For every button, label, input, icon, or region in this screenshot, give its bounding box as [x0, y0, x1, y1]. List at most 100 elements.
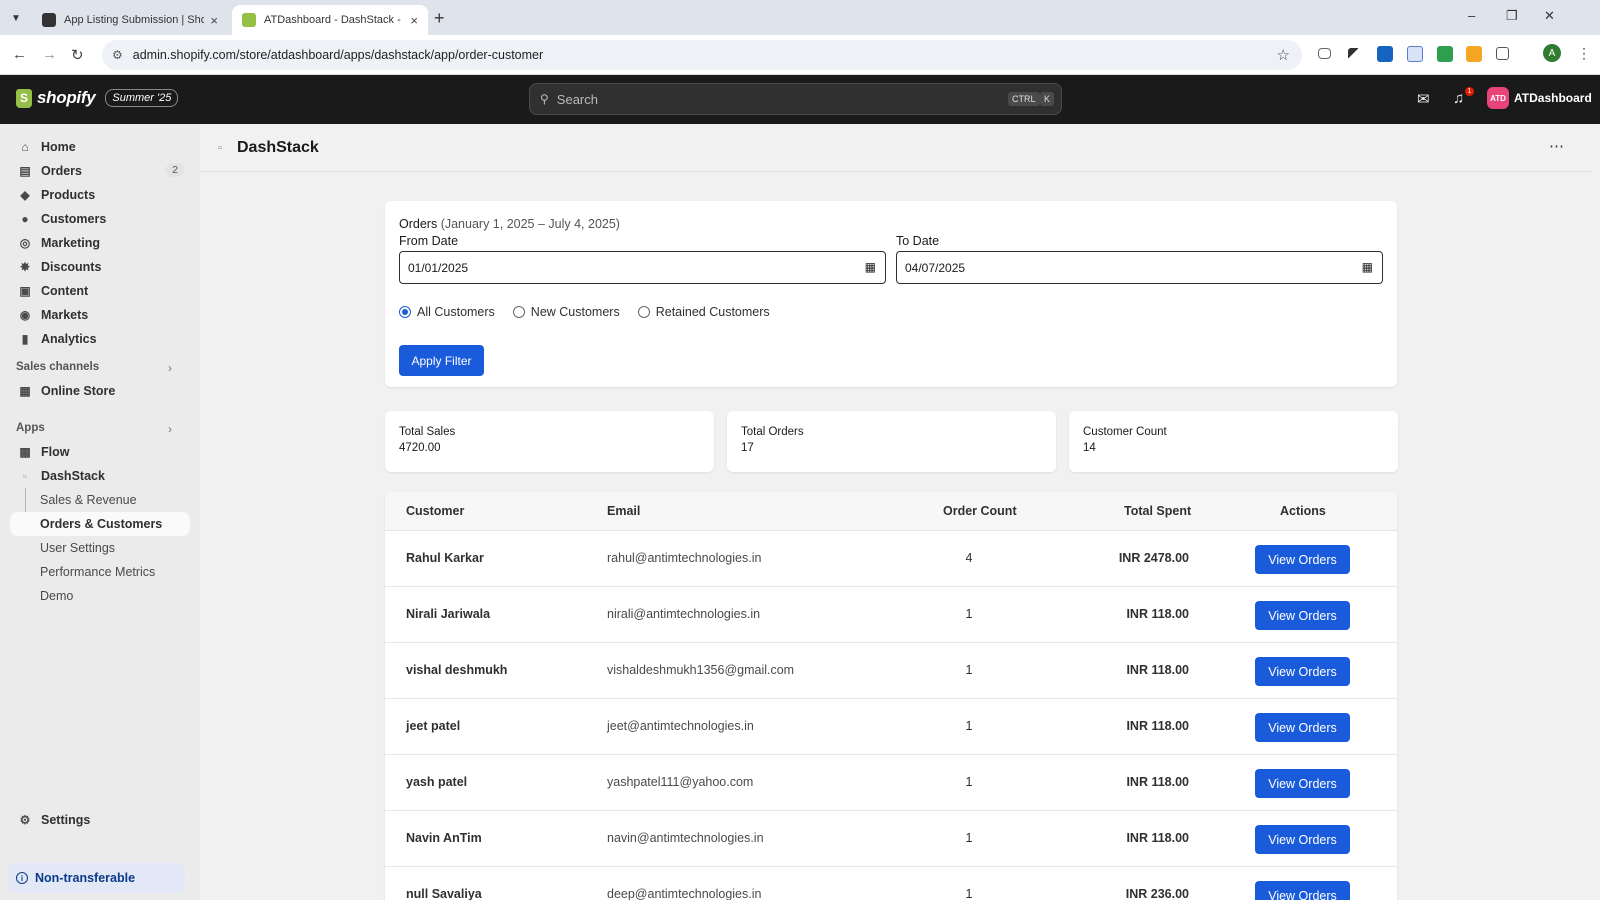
- view-orders-button[interactable]: View Orders: [1255, 601, 1350, 630]
- minimize-icon[interactable]: –: [1468, 8, 1475, 23]
- sidebar-item-orders[interactable]: ▤ Orders 2: [10, 159, 190, 183]
- radio-button[interactable]: [637, 306, 650, 318]
- sidebar-item-dashstack[interactable]: ▫ DashStack: [10, 464, 190, 488]
- extensions-puzzle-icon[interactable]: [1496, 47, 1509, 60]
- bookmark-star-icon[interactable]: ☆: [1277, 46, 1290, 64]
- site-info-icon[interactable]: ⚙: [112, 48, 123, 62]
- profile-avatar[interactable]: A: [1543, 44, 1561, 62]
- tab-title: ATDashboard - DashStack - Shopify: [264, 14, 404, 26]
- column-header-email: Email: [607, 504, 641, 518]
- sidebar-item-marketing[interactable]: ◎ Marketing: [10, 231, 190, 255]
- sidebar-item-label: Discounts: [41, 260, 102, 274]
- non-transferable-banner[interactable]: i Non-transferable: [8, 863, 185, 893]
- radio-label: New Customers: [530, 305, 620, 319]
- sidebar-item-online-store[interactable]: ▦ Online Store: [10, 379, 190, 403]
- close-icon[interactable]: ×: [210, 13, 218, 28]
- customer-email: yashpatel111@yahoo.com: [607, 775, 754, 789]
- to-date-label: To Date: [896, 234, 940, 248]
- dashstack-app-icon: ▫: [22, 469, 28, 483]
- back-icon[interactable]: ←: [12, 46, 27, 63]
- new-tab-icon[interactable]: +: [434, 8, 445, 29]
- window-close-icon[interactable]: ✕: [1544, 8, 1555, 24]
- tab-search-chevron-icon[interactable]: ▼: [6, 8, 26, 28]
- sidebar-subitem-demo[interactable]: Demo: [10, 584, 190, 608]
- edition-badge[interactable]: Summer '25: [105, 89, 179, 107]
- view-orders-button[interactable]: View Orders: [1255, 825, 1350, 854]
- forward-icon[interactable]: →: [42, 46, 57, 63]
- radio-retained-customers[interactable]: Retained Customers: [637, 305, 770, 319]
- screenshot-icon[interactable]: [1318, 48, 1331, 59]
- sidebar-subitem-performance-metrics[interactable]: Performance Metrics: [10, 560, 190, 584]
- view-orders-button[interactable]: View Orders: [1255, 769, 1350, 798]
- globe-icon: ◉: [19, 308, 31, 322]
- browser-menu-icon[interactable]: ⋮: [1577, 45, 1591, 62]
- calendar-icon[interactable]: ▦: [1362, 260, 1373, 274]
- customer-name: vishal deshmukh: [406, 663, 508, 677]
- sidebar-subitem-sales-revenue[interactable]: Sales & Revenue: [10, 488, 190, 512]
- sidebar-item-label: Flow: [41, 445, 70, 459]
- browser-tab[interactable]: App Listing Submission | Shopify ×: [32, 5, 228, 35]
- calendar-icon[interactable]: ▦: [865, 260, 876, 274]
- close-icon[interactable]: ×: [410, 13, 418, 28]
- sidebar-item-products[interactable]: ◆ Products: [10, 183, 190, 207]
- search-input[interactable]: ⚲ Search CTRL K: [529, 83, 1062, 115]
- table-row: jeet patel jeet@antimtechnologies.in 1 I…: [385, 699, 1397, 755]
- browser-tab-active[interactable]: ATDashboard - DashStack - Shopify ×: [232, 5, 428, 35]
- sidebar-subitem-user-settings[interactable]: User Settings: [10, 536, 190, 560]
- shopify-favicon-icon: [42, 13, 56, 27]
- orders-count-badge: 2: [166, 163, 184, 177]
- sidebar-item-settings[interactable]: ⚙ Settings: [10, 808, 190, 832]
- sidebar-item-markets[interactable]: ◉ Markets: [10, 303, 190, 327]
- restore-icon[interactable]: ❐: [1506, 8, 1518, 24]
- sidebar-item-home[interactable]: ⌂ Home: [10, 135, 190, 159]
- table-row: vishal deshmukh vishaldeshmukh1356@gmail…: [385, 643, 1397, 699]
- sidebar-item-label: Sales & Revenue: [40, 493, 137, 507]
- table-row: null Savaliya deep@antimtechnologies.in …: [385, 867, 1397, 900]
- sales-channels-heading[interactable]: Sales channels: [16, 361, 99, 373]
- apps-heading[interactable]: Apps: [16, 422, 45, 434]
- chevron-right-icon[interactable]: ›: [168, 361, 172, 375]
- customer-name: yash patel: [406, 775, 468, 789]
- radio-new-customers[interactable]: New Customers: [512, 305, 620, 319]
- radio-button[interactable]: [512, 306, 525, 318]
- customer-name: null Savaliya: [406, 887, 482, 900]
- radio-all-customers[interactable]: All Customers: [399, 305, 495, 319]
- view-orders-button[interactable]: View Orders: [1255, 545, 1350, 574]
- bell-icon[interactable]: ♫: [1453, 90, 1464, 107]
- sidebar-item-label: Orders: [41, 164, 82, 178]
- view-orders-button[interactable]: View Orders: [1255, 657, 1350, 686]
- reload-icon[interactable]: ↻: [71, 46, 84, 64]
- from-date-input[interactable]: 01/01/2025 ▦: [399, 251, 886, 284]
- apply-filter-button[interactable]: Apply Filter: [399, 345, 484, 376]
- extension-doc-icon[interactable]: [1407, 46, 1423, 62]
- extension-green-icon[interactable]: [1437, 46, 1453, 62]
- url-text[interactable]: admin.shopify.com/store/atdashboard/apps…: [133, 48, 543, 62]
- shopify-logo[interactable]: S shopify Summer '25: [16, 88, 179, 108]
- home-icon: ⌂: [21, 140, 29, 154]
- sidebar-item-discounts[interactable]: ✸ Discounts: [10, 255, 190, 279]
- search-placeholder: Search: [556, 91, 598, 107]
- radio-button[interactable]: [399, 306, 411, 318]
- view-orders-button[interactable]: View Orders: [1255, 713, 1350, 742]
- more-actions-icon[interactable]: ⋯: [1549, 137, 1564, 155]
- stat-card-total-orders: Total Orders 17: [727, 411, 1056, 472]
- store-avatar[interactable]: ATD: [1487, 87, 1509, 109]
- sidebar-item-customers[interactable]: ● Customers: [10, 207, 190, 231]
- filter-card: Orders (January 1, 2025 – July 4, 2025) …: [385, 201, 1397, 387]
- inbox-icon[interactable]: ✉: [1417, 90, 1430, 108]
- filter-date-range: (January 1, 2025 – July 4, 2025): [440, 217, 620, 231]
- extension-orange-icon[interactable]: [1466, 46, 1482, 62]
- sidebar-item-analytics[interactable]: ▮ Analytics: [10, 327, 190, 351]
- url-bar[interactable]: ⚙ admin.shopify.com/store/atdashboard/ap…: [102, 40, 1302, 70]
- to-date-input[interactable]: 04/07/2025 ▦: [896, 251, 1383, 284]
- sidebar-subitem-orders-customers[interactable]: Orders & Customers: [10, 512, 190, 536]
- pen-extension-icon[interactable]: [1348, 48, 1360, 60]
- sidebar-item-flow[interactable]: ▩ Flow: [10, 440, 190, 464]
- sidebar-item-label: User Settings: [40, 541, 116, 555]
- extension-blue-icon[interactable]: [1377, 46, 1393, 62]
- store-name[interactable]: ATDashboard: [1514, 91, 1592, 105]
- sidebar-item-content[interactable]: ▣ Content: [10, 279, 190, 303]
- chevron-right-icon[interactable]: ›: [168, 422, 172, 436]
- view-orders-button[interactable]: View Orders: [1255, 881, 1350, 900]
- table-header: Customer Email Order Count Total Spent A…: [385, 492, 1397, 531]
